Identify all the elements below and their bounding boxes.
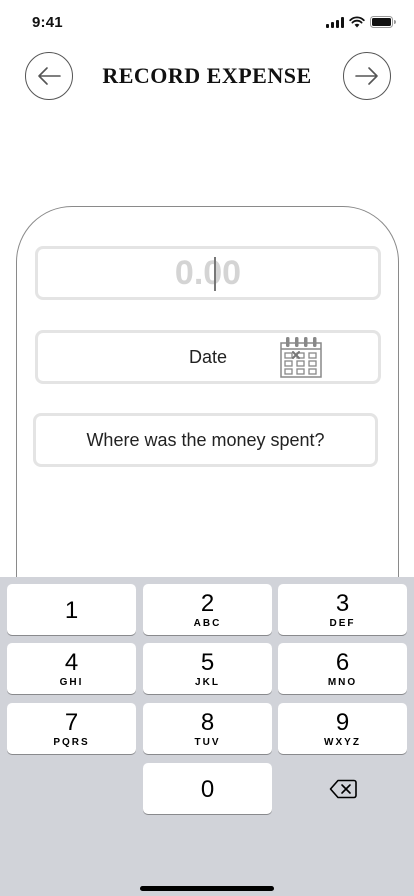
signal-icon: [326, 16, 344, 28]
status-icons: [326, 16, 396, 28]
key-digit: 1: [64, 596, 79, 624]
date-picker-field[interactable]: Date: [35, 330, 381, 384]
key-4[interactable]: 4 GHI: [7, 643, 136, 694]
key-3[interactable]: 3 DEF: [278, 584, 407, 635]
text-cursor: [214, 257, 216, 291]
forward-button[interactable]: [343, 52, 391, 100]
key-0[interactable]: 0: [143, 763, 272, 814]
key-6[interactable]: 6 MNO: [278, 643, 407, 694]
key-digit: 7: [64, 708, 79, 736]
key-7[interactable]: 7 PQRS: [7, 703, 136, 754]
calendar-icon[interactable]: [280, 335, 322, 379]
key-letters: PQRS: [53, 736, 90, 748]
amount-input[interactable]: [38, 249, 378, 297]
key-digit: 2: [200, 589, 215, 617]
key-5[interactable]: 5 JKL: [143, 643, 272, 694]
key-letters: MNO: [327, 676, 358, 688]
key-8[interactable]: 8 TUV: [143, 703, 272, 754]
date-label: Date: [188, 346, 228, 367]
key-letters: WXYZ: [324, 736, 361, 748]
arrow-right-icon: [355, 67, 378, 85]
key-letters: ABC: [193, 617, 222, 629]
amount-field[interactable]: [35, 246, 381, 300]
key-digit: 6: [335, 648, 350, 676]
header: RECORD EXPENSE: [0, 52, 414, 100]
key-digit: 5: [200, 648, 215, 676]
key-letters: GHI: [59, 676, 84, 688]
key-2[interactable]: 2 ABC: [143, 584, 272, 635]
key-digit: 0: [200, 775, 215, 803]
key-digit: 8: [200, 708, 215, 736]
numeric-keyboard: 1 2 ABC 3 DEF 4 GHI 5 JKL 6 MNO 7 PQRS 8…: [0, 577, 414, 896]
key-letters: TUV: [194, 736, 221, 748]
battery-icon: [370, 16, 396, 28]
key-letters: DEF: [329, 617, 356, 629]
delete-button[interactable]: [278, 763, 407, 814]
key-9[interactable]: 9 WXYZ: [278, 703, 407, 754]
key-1[interactable]: 1: [7, 584, 136, 635]
wifi-icon: [349, 16, 365, 28]
home-indicator[interactable]: [140, 886, 274, 891]
expense-form-card: Date: [16, 206, 399, 626]
status-bar: 9:41: [0, 0, 414, 46]
key-digit: 3: [335, 589, 350, 617]
key-digit: 9: [335, 708, 350, 736]
backspace-icon: [329, 779, 357, 798]
location-input[interactable]: [36, 416, 375, 464]
key-digit: 4: [64, 648, 79, 676]
key-letters: JKL: [195, 676, 220, 688]
location-field[interactable]: [33, 413, 378, 467]
status-time: 9:41: [32, 14, 63, 31]
